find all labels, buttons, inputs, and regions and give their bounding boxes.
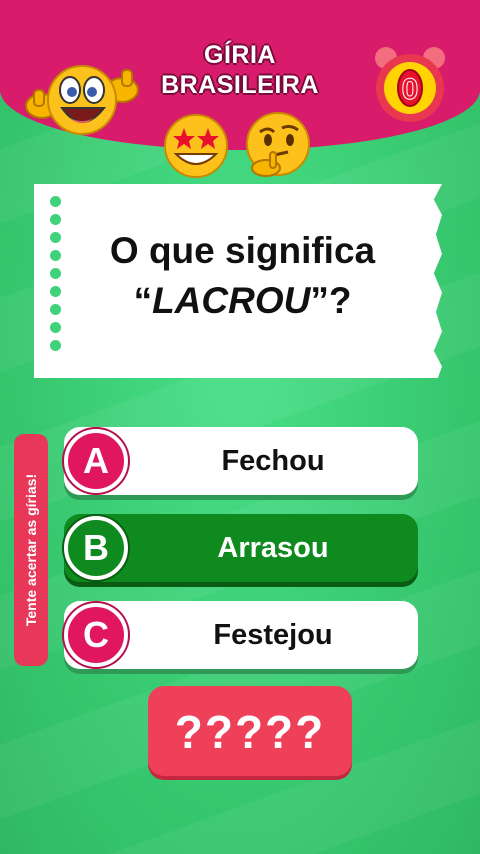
slang-word: LACROU	[152, 280, 311, 321]
option-c-letter: C	[64, 603, 128, 667]
side-label: Tente acertar as gírias!	[14, 434, 48, 666]
notebook-holes	[50, 196, 62, 366]
option-a-button[interactable]: A Fechou	[64, 427, 418, 495]
emoji-row	[164, 112, 310, 178]
option-a-text: Fechou	[221, 445, 325, 477]
thumbs-up-face-emoji-icon	[25, 65, 139, 135]
thinking-face-emoji-icon	[246, 112, 310, 177]
alarm-clock-icon: 0	[375, 47, 445, 122]
question-line-1: O que significa	[109, 230, 376, 271]
next-question-button[interactable]: ?????	[148, 686, 352, 776]
option-b-button[interactable]: B Arrasou	[64, 514, 418, 582]
timer-value: 0	[402, 73, 419, 106]
side-label-text: Tente acertar as gírias!	[23, 473, 39, 627]
question-text: O que significa “LACROU”?	[70, 226, 415, 326]
star-struck-emoji-icon	[164, 114, 228, 178]
option-c-button[interactable]: C Festejou	[64, 601, 418, 669]
quote-close: ”?	[310, 280, 352, 321]
option-a-letter: A	[64, 429, 128, 493]
option-c-text: Festejou	[213, 619, 333, 651]
option-b-letter: B	[64, 516, 128, 580]
question-line-2: “LACROU”?	[70, 276, 415, 326]
quote-open: “	[133, 280, 153, 321]
option-b-text: Arrasou	[217, 532, 329, 564]
